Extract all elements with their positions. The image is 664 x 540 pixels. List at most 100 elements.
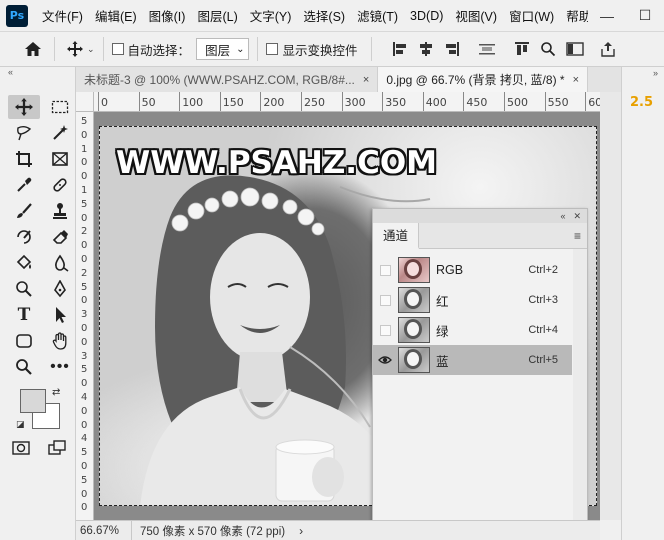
collapse-panel-icon[interactable]: « bbox=[560, 211, 565, 221]
tab-label: 未标题-3 @ 100% (WWW.PSAHZ.COM, RGB/8#... bbox=[84, 73, 355, 87]
hand-tool-icon[interactable] bbox=[44, 329, 76, 353]
frame-tool-icon[interactable] bbox=[44, 147, 76, 171]
rectangle-tool-icon[interactable] bbox=[8, 329, 40, 353]
visibility-toggle[interactable] bbox=[373, 255, 397, 285]
distribute-icon[interactable] bbox=[478, 41, 496, 57]
foreground-color[interactable] bbox=[20, 389, 46, 413]
share-icon[interactable] bbox=[600, 41, 616, 57]
divider bbox=[371, 37, 373, 61]
ruler-tick bbox=[179, 92, 181, 111]
canvas-scrollbar[interactable] bbox=[600, 92, 621, 520]
menu-view[interactable]: 视图(V) bbox=[449, 6, 503, 25]
ruler-tick-label: 0 bbox=[81, 157, 88, 169]
home-icon[interactable] bbox=[20, 36, 46, 62]
align-center-icon[interactable] bbox=[418, 41, 434, 57]
tab-label: 0.jpg @ 66.7% (背景 拷贝, 蓝/8) * bbox=[386, 73, 565, 87]
menu-window[interactable]: 窗口(W) bbox=[503, 6, 560, 25]
ruler-tick-label: 550 bbox=[547, 96, 569, 109]
brush-tool-icon[interactable] bbox=[8, 199, 40, 223]
align-left-icon[interactable] bbox=[392, 41, 408, 57]
marquee-tool-icon[interactable] bbox=[44, 95, 76, 119]
layer-select[interactable]: 图层 ⌄ bbox=[196, 38, 250, 60]
vertical-ruler[interactable]: 5 0 1 0 0 1 5 0 2 0 0 2 5 0 3 0 0 3 5 0 4 0 0 4 5 0 5 0 0 bbox=[76, 112, 94, 520]
checkbox-box[interactable] bbox=[111, 43, 124, 55]
ruler-tick-label: 0 bbox=[81, 295, 88, 307]
auto-select-checkbox[interactable]: 自动选择： bbox=[111, 40, 190, 59]
close-panel-icon[interactable]: ✕ bbox=[573, 211, 581, 222]
dodge-tool-icon[interactable] bbox=[8, 277, 40, 301]
menu-image[interactable]: 图像(I) bbox=[143, 6, 192, 25]
ruler-tick-label: 450 bbox=[466, 96, 488, 109]
history-brush-icon[interactable] bbox=[8, 225, 40, 249]
menu-type[interactable]: 文字(Y) bbox=[244, 6, 298, 25]
menu-select[interactable]: 选择(S) bbox=[297, 6, 351, 25]
ruler-tick-label: 400 bbox=[425, 96, 447, 109]
menu-filter[interactable]: 滤镜(T) bbox=[351, 6, 404, 25]
healing-brush-icon[interactable] bbox=[44, 173, 76, 197]
channel-thumbnail bbox=[398, 257, 430, 283]
minimize-button[interactable]: — bbox=[588, 0, 626, 31]
screen-mode-icon[interactable] bbox=[48, 440, 66, 456]
options-bar: ⌄ 自动选择： 图层 ⌄ 显示变换控件 bbox=[0, 31, 664, 67]
quick-mask-icon[interactable] bbox=[12, 440, 30, 456]
ruler-tick-label: 4 bbox=[81, 433, 88, 445]
path-selection-icon[interactable] bbox=[44, 303, 76, 327]
more-tools-icon[interactable]: ••• bbox=[44, 355, 76, 379]
search-icon[interactable] bbox=[540, 41, 556, 57]
crop-tool-icon[interactable] bbox=[8, 147, 40, 171]
align-top-icon[interactable] bbox=[514, 41, 530, 57]
ruler-tick-label: 350 bbox=[385, 96, 407, 109]
menu-edit[interactable]: 编辑(E) bbox=[89, 6, 143, 25]
ruler-tick-label: 5 bbox=[81, 364, 88, 376]
panel-menu-icon[interactable]: ≡ bbox=[574, 229, 581, 243]
channel-row[interactable]: 绿 Ctrl+4 bbox=[373, 315, 572, 345]
status-menu-arrow[interactable]: › bbox=[299, 524, 303, 538]
show-transform-checkbox[interactable]: 显示变换控件 bbox=[266, 40, 357, 59]
pen-tool-icon[interactable] bbox=[44, 277, 76, 301]
zoom-tool-icon[interactable] bbox=[8, 355, 40, 379]
ruler-tick-label: 0 bbox=[81, 212, 88, 224]
ruler-tick-label: 5 bbox=[81, 198, 88, 210]
magic-wand-icon[interactable] bbox=[44, 121, 76, 145]
tab-untitled-3[interactable]: 未标题-3 @ 100% (WWW.PSAHZ.COM, RGB/8#... × bbox=[76, 67, 379, 92]
eye-icon[interactable] bbox=[373, 345, 397, 375]
stamp-tool-icon[interactable] bbox=[44, 199, 76, 223]
ruler-tick-label: 5 bbox=[81, 281, 88, 293]
tab-channels[interactable]: 通道 bbox=[373, 222, 420, 249]
close-icon[interactable]: × bbox=[573, 74, 579, 86]
ruler-tick bbox=[463, 92, 465, 111]
blur-tool-icon[interactable] bbox=[44, 251, 76, 275]
channel-row[interactable]: RGB Ctrl+2 bbox=[373, 255, 572, 285]
default-colors-icon[interactable]: ◪ bbox=[16, 419, 25, 430]
expand-panels-icon[interactable]: » bbox=[622, 67, 664, 81]
swap-colors-icon[interactable]: ⇄ bbox=[52, 387, 60, 398]
eraser-tool-icon[interactable] bbox=[44, 225, 76, 249]
collapse-icon[interactable]: « bbox=[0, 67, 75, 79]
menu-layer[interactable]: 图层(L) bbox=[191, 6, 243, 25]
photoshop-logo[interactable]: Ps bbox=[6, 4, 28, 27]
visibility-toggle[interactable] bbox=[373, 285, 397, 315]
maximize-button[interactable]: ☐ bbox=[626, 0, 664, 31]
menu-file[interactable]: 文件(F) bbox=[36, 6, 89, 25]
zoom-level[interactable]: 66.67% bbox=[76, 520, 132, 540]
ruler-tick-label: 0 bbox=[81, 378, 88, 390]
close-icon[interactable]: × bbox=[363, 74, 369, 86]
ruler-tick bbox=[585, 92, 587, 111]
horizontal-ruler[interactable]: 0501001502002503003504004505005506006507… bbox=[94, 92, 600, 112]
visibility-toggle[interactable] bbox=[373, 315, 397, 345]
workspace-icon[interactable] bbox=[566, 41, 585, 57]
move-tool-preset[interactable]: ⌄ bbox=[67, 41, 95, 57]
move-tool-icon[interactable] bbox=[8, 95, 40, 119]
menu-3d[interactable]: 3D(D) bbox=[404, 9, 449, 23]
checkbox-box[interactable] bbox=[266, 43, 279, 55]
channel-row[interactable]: 蓝 Ctrl+5 bbox=[373, 345, 572, 375]
type-tool-icon[interactable]: T bbox=[8, 303, 40, 327]
panel-scrollbar[interactable] bbox=[573, 249, 587, 540]
align-right-icon[interactable] bbox=[444, 41, 460, 57]
lasso-tool-icon[interactable] bbox=[8, 121, 40, 145]
ruler-tick-label: 0 bbox=[81, 254, 88, 265]
paint-bucket-icon[interactable] bbox=[8, 251, 40, 275]
tab-0-jpg[interactable]: 0.jpg @ 66.7% (背景 拷贝, 蓝/8) * × bbox=[378, 67, 589, 92]
eyedropper-icon[interactable] bbox=[8, 173, 40, 197]
channel-row[interactable]: 红 Ctrl+3 bbox=[373, 285, 572, 315]
